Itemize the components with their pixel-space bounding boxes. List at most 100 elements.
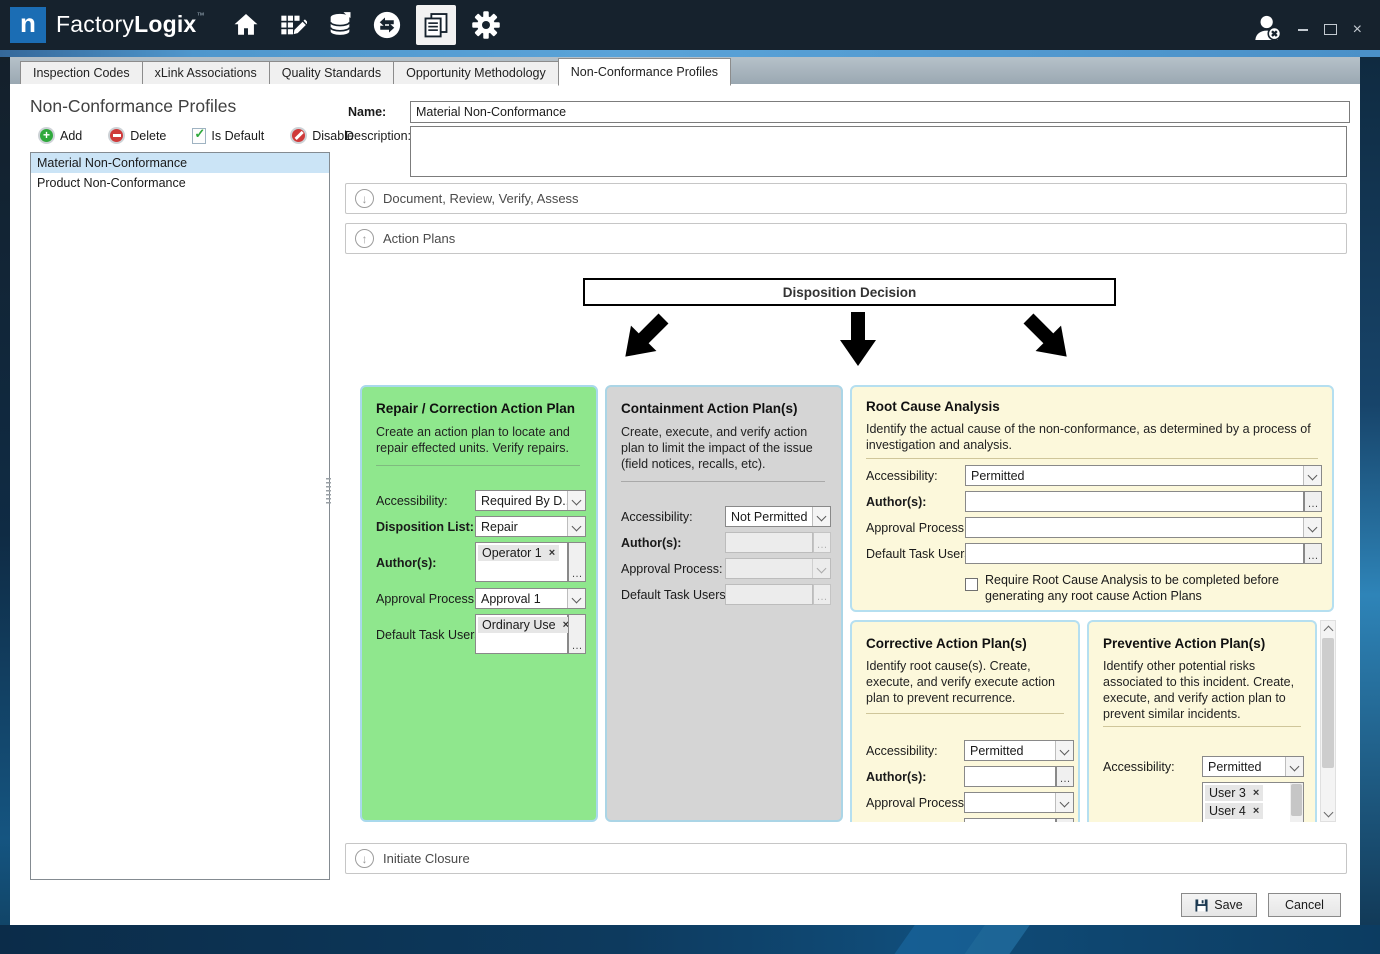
delete-label: Delete — [130, 129, 166, 143]
save-label: Save — [1214, 898, 1243, 912]
description-input[interactable] — [410, 126, 1347, 177]
panels-scrollbar[interactable] — [1320, 620, 1336, 822]
authors-browse-button[interactable] — [1056, 766, 1074, 787]
brand-trademark: ™ — [196, 11, 204, 20]
accessibility-select[interactable]: Permitted — [964, 740, 1074, 761]
save-button[interactable]: Save — [1181, 893, 1257, 917]
authors-browse-button[interactable] — [568, 542, 586, 582]
default-task-users-browse-button[interactable] — [1056, 818, 1074, 822]
panel-title: Corrective Action Plan(s) — [866, 636, 1027, 651]
list-item-material-non-conformance[interactable]: Material Non-Conformance — [31, 153, 329, 173]
scroll-up-icon[interactable] — [1321, 621, 1335, 636]
chevron-down-icon — [1303, 466, 1321, 485]
materials-icon[interactable] — [320, 5, 360, 45]
section-label: Action Plans — [383, 231, 455, 246]
approval-process-select[interactable]: Approval 1 — [475, 588, 586, 609]
is-default-icon — [192, 128, 206, 144]
data-editor-icon[interactable] — [273, 5, 313, 45]
scrollbar-thumb[interactable] — [1322, 638, 1334, 768]
disposition-list-select[interactable]: Repair — [475, 516, 586, 537]
panel-splitter-handle[interactable] — [326, 478, 331, 504]
approval-process-select[interactable] — [965, 517, 1322, 538]
delete-button[interactable]: Delete — [108, 127, 166, 144]
name-label: Name: — [348, 105, 386, 119]
add-button[interactable]: Add — [38, 127, 82, 144]
approval-process-label: Approval Process: — [376, 592, 477, 606]
user-logout-icon[interactable] — [1252, 12, 1284, 49]
containment-panel: Containment Action Plan(s) Create, execu… — [605, 385, 843, 822]
default-task-users-input[interactable] — [965, 543, 1304, 564]
tag-label: User 4 — [1209, 804, 1246, 818]
accessibility-select[interactable]: Permitted — [1202, 756, 1304, 777]
user-tag: User 3 — [1205, 785, 1263, 801]
tagbox-scrollbar[interactable] — [1290, 783, 1303, 822]
panel-description: Create, execute, and verify action plan … — [621, 424, 827, 472]
accessibility-label: Accessibility: — [621, 510, 693, 524]
section-initiate-closure[interactable]: ↓ Initiate Closure — [345, 843, 1347, 874]
divider — [866, 713, 1064, 714]
transfer-icon[interactable] — [367, 5, 407, 45]
authors-input[interactable] — [964, 766, 1056, 787]
require-rca-checkbox[interactable] — [965, 578, 978, 591]
cancel-button[interactable]: Cancel — [1268, 893, 1341, 917]
divider — [866, 458, 1318, 459]
scroll-down-icon[interactable] — [1321, 806, 1335, 821]
default-task-users-browse-button[interactable] — [568, 614, 586, 654]
select-value: Required By D... — [476, 494, 567, 508]
accessibility-select[interactable]: Required By D... — [475, 490, 586, 511]
tab-inspection-codes[interactable]: Inspection Codes — [20, 61, 143, 85]
default-task-users-tagbox[interactable]: Ordinary Use — [475, 614, 568, 654]
remove-icon[interactable] — [549, 547, 555, 559]
disable-icon — [290, 127, 307, 144]
default-task-users-input[interactable] — [964, 818, 1056, 822]
minimize-button[interactable] — [1298, 29, 1308, 31]
section-action-plans[interactable]: ↑ Action Plans — [345, 223, 1347, 254]
chevron-down-icon — [812, 559, 830, 578]
profiles-list: Material Non-Conformance Product Non-Con… — [30, 152, 330, 880]
maximize-button[interactable] — [1324, 24, 1337, 35]
panel-description: Identify root cause(s). Create, execute,… — [866, 658, 1066, 706]
tab-label: Opportunity Methodology — [406, 66, 546, 80]
list-item-product-non-conformance[interactable]: Product Non-Conformance — [31, 173, 329, 193]
page-title: Non-Conformance Profiles — [30, 96, 236, 117]
expand-down-icon: ↓ — [355, 189, 374, 208]
tab-bar: Inspection Codes xLink Associations Qual… — [20, 57, 730, 84]
app-logo: n — [10, 7, 46, 43]
home-icon[interactable] — [226, 5, 266, 45]
remove-icon[interactable] — [1253, 787, 1259, 799]
is-default-button[interactable]: Is Default — [192, 128, 264, 144]
authors-input[interactable] — [965, 491, 1304, 512]
accessibility-label: Accessibility: — [866, 744, 938, 758]
tab-opportunity-methodology[interactable]: Opportunity Methodology — [393, 61, 559, 85]
brand-factory: Factory — [56, 11, 134, 37]
logo-letter: n — [20, 10, 36, 36]
document-templates-icon[interactable] — [416, 5, 456, 45]
settings-gear-icon[interactable] — [466, 5, 506, 45]
expand-down-icon: ↓ — [355, 849, 374, 868]
default-task-users-browse-button[interactable] — [1304, 543, 1322, 564]
approval-process-select-disabled — [725, 558, 831, 579]
arrow-down-left-icon — [612, 308, 674, 370]
accessibility-select[interactable]: Not Permitted — [725, 506, 831, 527]
accessibility-select[interactable]: Permitted — [965, 465, 1322, 486]
authors-label: Author(s): — [376, 556, 436, 570]
chevron-down-icon — [567, 491, 585, 510]
approval-process-select[interactable] — [964, 792, 1074, 813]
close-button[interactable]: × — [1353, 25, 1362, 35]
remove-icon[interactable] — [1253, 805, 1259, 817]
select-value: Permitted — [966, 469, 1303, 483]
authors-tagbox[interactable]: Operator 1 — [475, 542, 568, 582]
tab-xlink-associations[interactable]: xLink Associations — [142, 61, 270, 85]
section-document-review[interactable]: ↓ Document, Review, Verify, Assess — [345, 183, 1347, 214]
chevron-down-icon — [812, 507, 830, 526]
tab-non-conformance-profiles[interactable]: Non-Conformance Profiles — [558, 58, 731, 86]
tab-quality-standards[interactable]: Quality Standards — [269, 61, 394, 85]
panel-description: Identify the actual cause of the non-con… — [866, 421, 1311, 453]
tab-label: Non-Conformance Profiles — [571, 65, 718, 79]
authors-browse-button[interactable] — [1304, 491, 1322, 512]
users-tagbox[interactable]: User 3 User 4 — [1202, 782, 1304, 822]
brand-name: FactoryLogix™ — [56, 11, 205, 38]
repair-correction-panel: Repair / Correction Action Plan Create a… — [360, 385, 598, 822]
approval-process-label: Approval Process: — [866, 796, 967, 810]
name-input[interactable] — [410, 101, 1350, 123]
